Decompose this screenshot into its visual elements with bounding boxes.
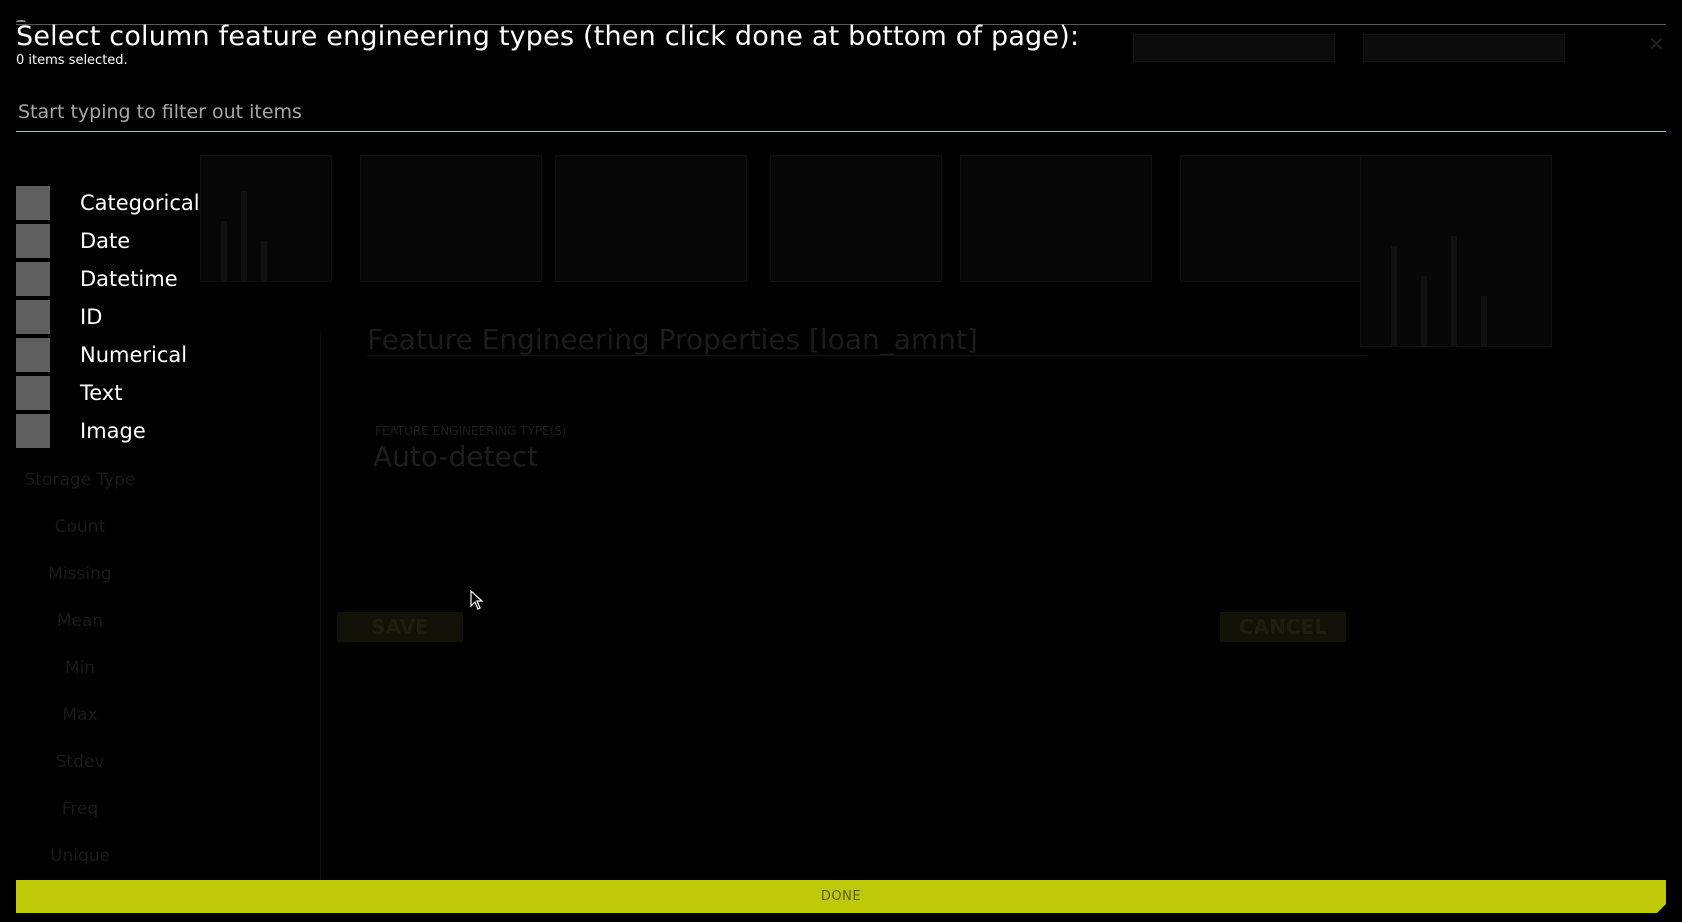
checkbox[interactable]: [16, 338, 50, 372]
option-label: Datetime: [80, 267, 178, 291]
bg-histogram: [1180, 155, 1372, 282]
checkbox[interactable]: [16, 262, 50, 296]
bg-modal-field-label: FEATURE ENGINEERING TYPE(S): [375, 424, 567, 438]
bg-top-button-1: [1133, 34, 1335, 62]
bg-histogram: [200, 155, 332, 282]
bg-histogram: [960, 155, 1152, 282]
done-button[interactable]: DONE: [16, 880, 1666, 913]
option-categorical[interactable]: Categorical: [16, 184, 200, 222]
bg-histogram: [555, 155, 747, 282]
bg-stat-label: Min: [64, 658, 96, 678]
option-label: Date: [80, 229, 131, 253]
dialog-title: Select column feature engineering types …: [16, 21, 1080, 52]
filter-input[interactable]: [16, 92, 1666, 132]
bg-stat-row: Freq: [0, 799, 1682, 819]
option-datetime[interactable]: Datetime: [16, 260, 200, 298]
bg-stat-label: Unique: [50, 846, 110, 866]
bg-modal-title: Feature Engineering Properties [loan_amn…: [367, 323, 978, 356]
option-text[interactable]: Text: [16, 374, 200, 412]
checkbox[interactable]: [16, 414, 50, 448]
bg-stat-row: Mean: [0, 611, 1682, 631]
bg-close-icon: ✕: [1648, 32, 1665, 56]
option-image[interactable]: Image: [16, 412, 200, 450]
bg-stat-row: Count: [0, 517, 1682, 537]
option-id[interactable]: ID: [16, 298, 200, 336]
option-label: Image: [80, 419, 146, 443]
bg-stat-row: Unique: [0, 846, 1682, 866]
bg-stat-label: Freq: [61, 799, 99, 819]
option-numerical[interactable]: Numerical: [16, 336, 200, 374]
bg-stat-label: Storage Type: [24, 470, 136, 490]
bg-modal-divider: [367, 355, 1367, 356]
bg-stat-row: Max: [0, 705, 1682, 725]
option-label: Categorical: [80, 191, 200, 215]
background-app: ✕ Feature Engineering Properties [loan_a…: [0, 0, 1682, 922]
bg-stat-row: Missing: [0, 564, 1682, 584]
checkbox[interactable]: [16, 224, 50, 258]
selected-count: 0 items selected.: [16, 53, 128, 68]
bg-stat-label: Mean: [56, 611, 104, 631]
bg-histogram: [1360, 155, 1552, 347]
bg-top-button-2: [1363, 34, 1565, 62]
bg-histogram: [360, 155, 542, 282]
option-label: ID: [80, 305, 103, 329]
mouse-cursor-icon: [470, 590, 484, 610]
bg-modal-field-value: Auto-detect: [373, 440, 539, 473]
bg-stat-label: Missing: [48, 564, 112, 584]
bg-stat-label: Count: [54, 517, 106, 537]
option-list: Categorical Date Datetime ID Numerical T…: [16, 184, 200, 450]
bg-histogram: [770, 155, 942, 282]
bg-stat-label: Stdev: [55, 752, 105, 772]
bg-stat-row: Stdev: [0, 752, 1682, 772]
checkbox[interactable]: [16, 300, 50, 334]
bg-stat-row: Min: [0, 658, 1682, 678]
checkbox[interactable]: [16, 376, 50, 410]
checkbox[interactable]: [16, 186, 50, 220]
bg-stat-row: Storage Type: [0, 470, 1682, 490]
done-button-corner: [1657, 904, 1666, 913]
option-label: Text: [80, 381, 123, 405]
bg-stat-label: Max: [62, 705, 98, 725]
option-date[interactable]: Date: [16, 222, 200, 260]
option-label: Numerical: [80, 343, 188, 367]
